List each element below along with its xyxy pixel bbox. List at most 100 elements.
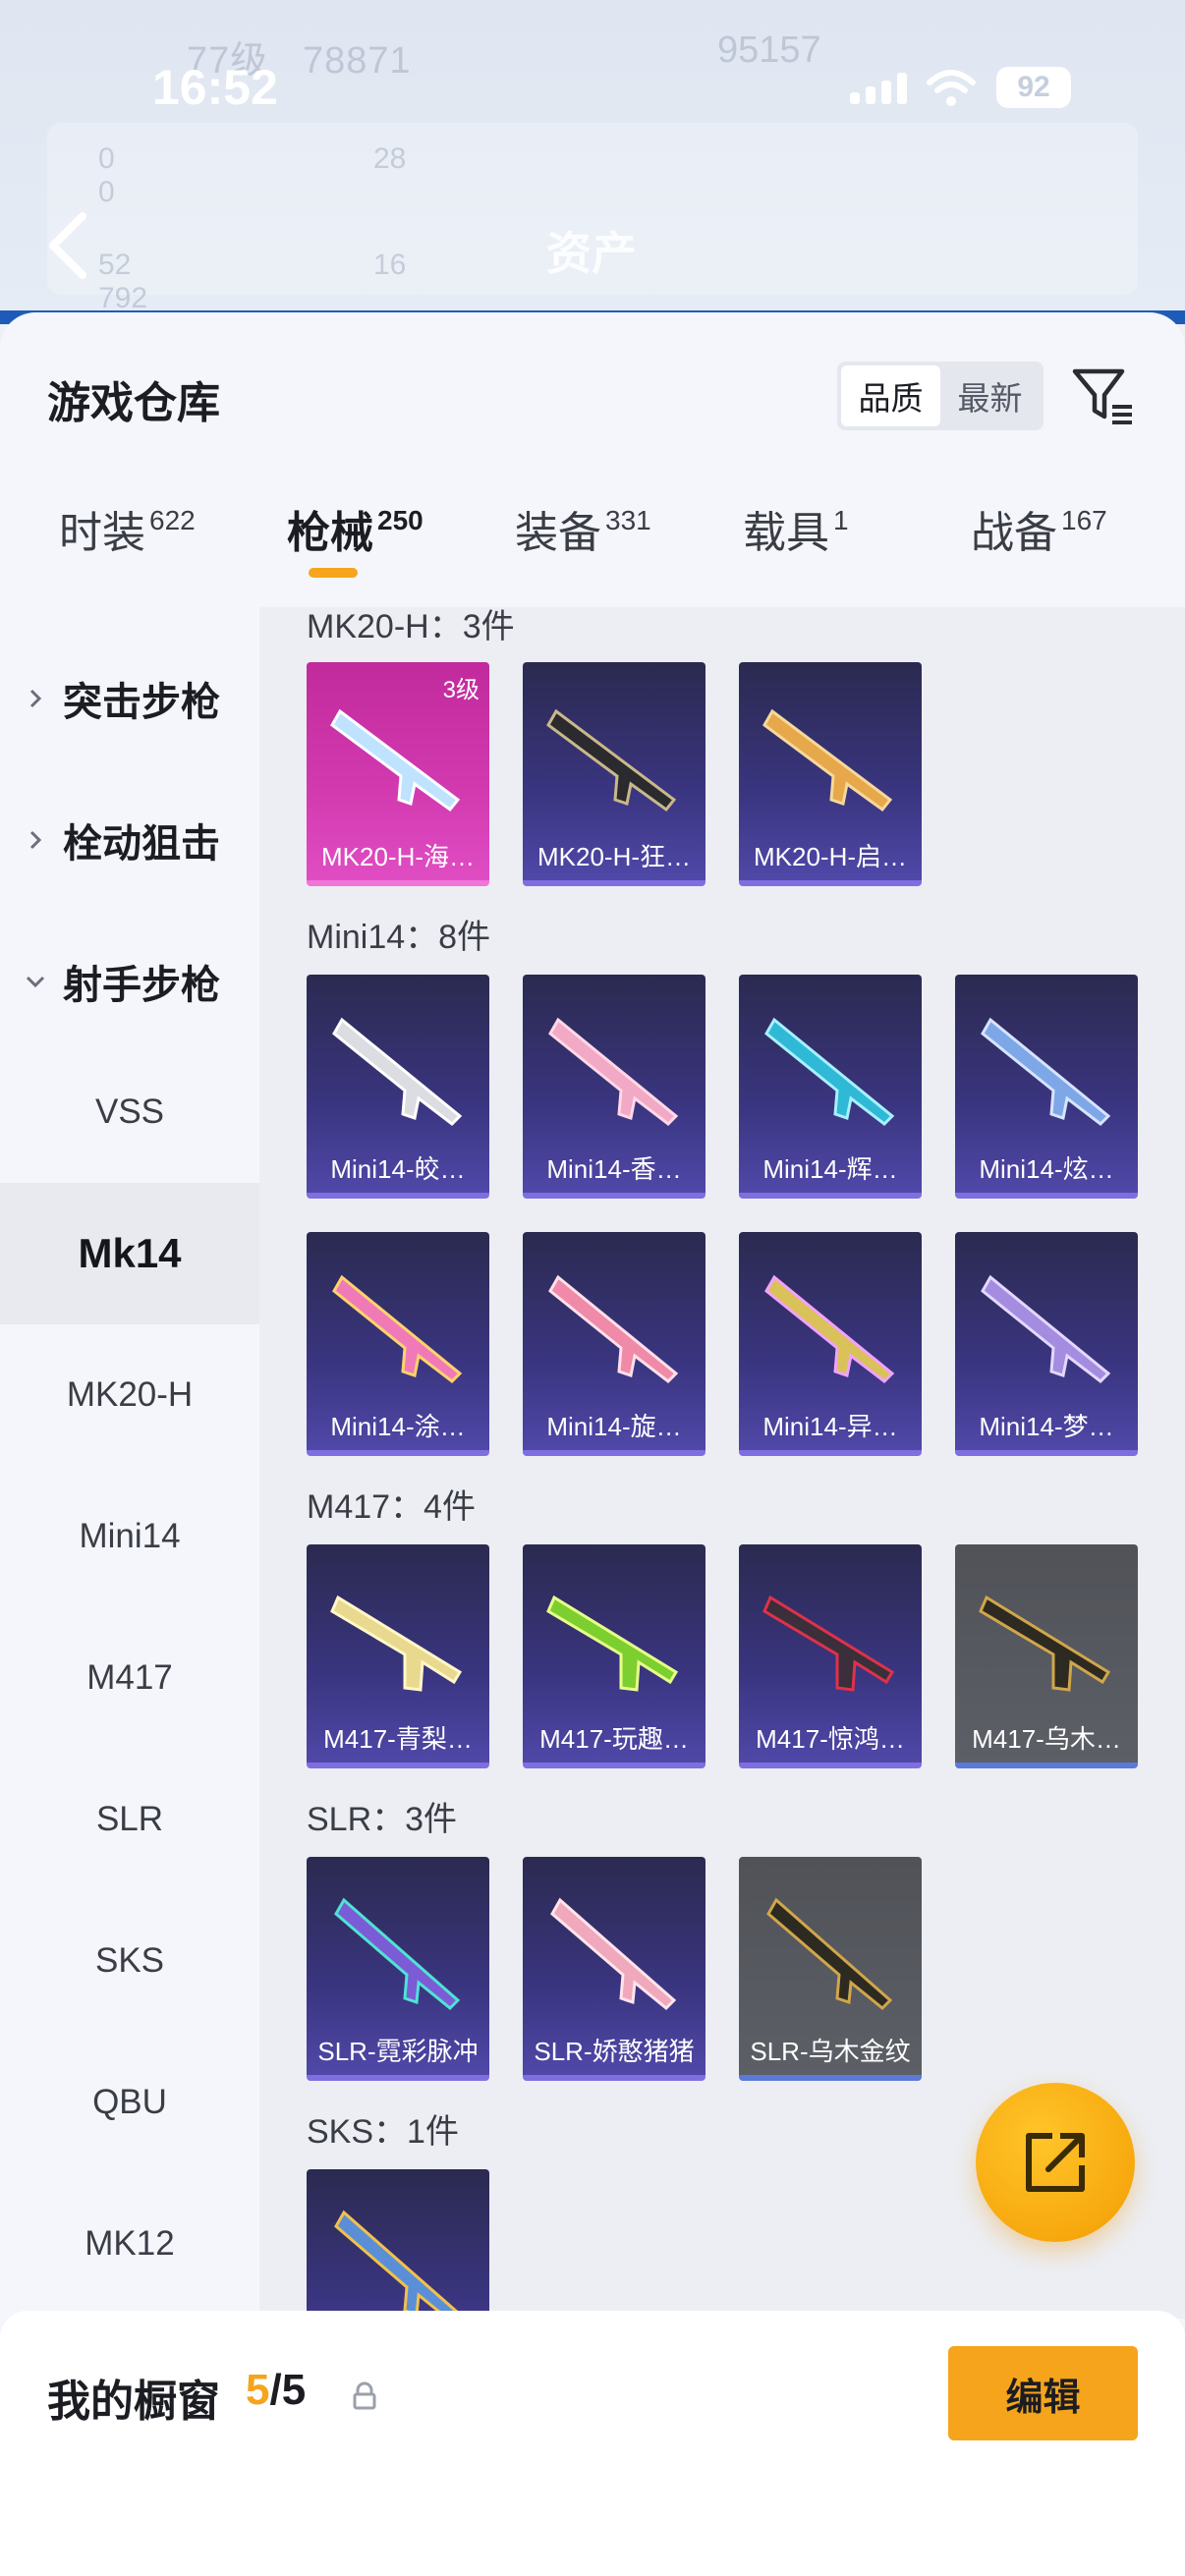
battery-indicator: 92: [996, 67, 1071, 108]
tab-label: 时装: [59, 509, 145, 557]
tab-count: 167: [1061, 505, 1107, 535]
rifle-skin-icon: [981, 1274, 1111, 1383]
weapon-skin-grid: MK20-H：3件 Mini14：8件 M417：4件 SLR：3件 SKS：1…: [259, 607, 1185, 2319]
background-header: 77级 78871 95157 0 280 52 16792 资产: [0, 0, 1185, 324]
sidebar-item-sks[interactable]: SKS: [0, 1890, 259, 2032]
rifle-skin-icon: [764, 1274, 895, 1383]
warehouse-sheet: 游戏仓库 品质 最新 时装 622 枪械 250 装备 331 载具 1 战备 167 突…: [0, 312, 1185, 2576]
tab-vehicles[interactable]: 载具 1: [743, 497, 849, 560]
skin-name: SLR-乌木金纹: [750, 2037, 911, 2066]
rifle-skin-icon: [330, 1595, 463, 1692]
sidebar-item-m417[interactable]: M417: [0, 1607, 259, 1749]
tab-equipment[interactable]: 装备 331: [515, 497, 651, 560]
rifle-skin-icon: [546, 1595, 679, 1692]
skin-card[interactable]: M417-玩趣…: [523, 1544, 705, 1768]
tab-label: 载具: [743, 509, 829, 557]
skin-name: Mini14-梦…: [979, 1412, 1114, 1441]
tab-fashion[interactable]: 时装 622: [59, 497, 196, 560]
group-title-sks: SKS：1件: [307, 2113, 459, 2151]
skin-card[interactable]: M417-惊鸿…: [739, 1544, 922, 1768]
rifle-skin-icon: [546, 708, 677, 812]
skin-card[interactable]: Mini14-旋…: [523, 1232, 705, 1456]
skin-name: Mini14-炫…: [979, 1154, 1114, 1184]
category-tabs: 时装 622 枪械 250 装备 331 载具 1 战备 167: [0, 487, 1185, 595]
sidebar-item-mk12[interactable]: MK12: [0, 2173, 259, 2315]
rifle-skin-icon: [332, 1017, 463, 1126]
skin-card[interactable]: SLR-霓彩脉冲: [307, 1857, 489, 2081]
rifle-skin-icon: [550, 1897, 677, 2011]
rifle-skin-icon: [762, 1595, 895, 1692]
skin-card[interactable]: Mini14-涂…: [307, 1232, 489, 1456]
skin-card[interactable]: Mini14-香…: [523, 975, 705, 1199]
skin-name: MK20-H-狂…: [536, 842, 691, 871]
skin-name: Mini14-涂…: [330, 1412, 466, 1441]
chevron-right-icon: [29, 830, 42, 850]
skin-card[interactable]: [307, 2169, 489, 2319]
sort-quality-option[interactable]: 品质: [841, 365, 940, 426]
rifle-skin-icon: [762, 708, 893, 812]
sidebar-category-label: 射手步枪: [63, 964, 220, 1007]
skin-card[interactable]: Mini14-皎…: [307, 975, 489, 1199]
sidebar-item-mini14[interactable]: Mini14: [0, 1466, 259, 1607]
tab-label: 枪械: [287, 509, 373, 557]
rifle-skin-icon: [979, 1595, 1111, 1692]
sidebar-category-assault-rifle[interactable]: 突击步枪: [0, 640, 259, 757]
tab-count: 331: [605, 505, 651, 535]
sidebar-item-vss[interactable]: VSS: [0, 1041, 259, 1183]
lock-icon: [353, 2381, 376, 2410]
skin-name: Mini14-皎…: [330, 1154, 466, 1184]
skin-name: M417-惊鸿…: [756, 1724, 905, 1754]
skin-name: SLR-娇憨猪猪: [534, 2037, 695, 2066]
skin-card[interactable]: MK20-H-狂…: [523, 662, 705, 886]
edit-button[interactable]: 编辑: [948, 2346, 1138, 2440]
back-arrow-icon[interactable]: [39, 206, 98, 285]
skin-name: Mini14-旋…: [546, 1412, 682, 1441]
sidebar-item-mk20h[interactable]: MK20-H: [0, 1324, 259, 1466]
sidebar-category-label: 栓动狙击: [63, 822, 220, 866]
rifle-skin-icon: [548, 1017, 679, 1126]
skin-card[interactable]: Mini14-炫…: [955, 975, 1138, 1199]
skin-card[interactable]: SLR-乌木金纹: [739, 1857, 922, 2081]
group-title-mk20h: MK20-H：3件: [307, 608, 515, 645]
skin-name: Mini14-香…: [546, 1154, 682, 1184]
sidebar-category-label: 突击步枪: [63, 681, 220, 724]
tab-count: 622: [149, 505, 196, 535]
skin-card[interactable]: Mini14-辉…: [739, 975, 922, 1199]
skin-card[interactable]: Mini14-梦…: [955, 1232, 1138, 1456]
rifle-skin-icon: [332, 1274, 463, 1383]
skin-name: SLR-霓彩脉冲: [317, 2037, 479, 2066]
status-time: 16:52: [152, 60, 278, 115]
filter-icon[interactable]: [1071, 364, 1136, 428]
skin-card[interactable]: MK20-H-启…: [739, 662, 922, 886]
sidebar-item-slr[interactable]: SLR: [0, 1749, 259, 1890]
rifle-skin-icon: [330, 708, 461, 812]
share-fab-button[interactable]: [976, 2083, 1135, 2242]
weapon-type-sidebar: 突击步枪 栓动狙击 射手步枪 VSS Mk14 MK20-H Mini14 M4…: [0, 607, 259, 2319]
tab-count: 1: [833, 505, 849, 535]
skin-card[interactable]: M417-青梨…: [307, 1544, 489, 1768]
group-title-m417: M417：4件: [307, 1488, 476, 1526]
signal-icon: [850, 73, 907, 104]
skin-card[interactable]: SLR-娇憨猪猪: [523, 1857, 705, 2081]
skin-name: Mini14-辉…: [762, 1154, 898, 1184]
ghost-stat: 28: [373, 142, 407, 175]
ghost-stat: 0: [98, 176, 115, 208]
sidebar-category-dmr[interactable]: 射手步枪: [0, 923, 259, 1040]
tab-supplies[interactable]: 战备 167: [971, 497, 1107, 560]
skin-name: Mini14-异…: [762, 1412, 898, 1441]
skin-name: M417-青梨…: [323, 1724, 473, 1754]
skin-name: MK20-H-启…: [753, 842, 907, 871]
tab-firearms[interactable]: 枪械 250: [287, 497, 423, 560]
sidebar-item-qbu[interactable]: QBU: [0, 2032, 259, 2173]
rifle-skin-icon: [334, 2210, 461, 2319]
rifle-skin-icon: [764, 1017, 895, 1126]
showcase-count: 5/5: [246, 2366, 306, 2415]
sidebar-item-mk14[interactable]: Mk14: [0, 1183, 259, 1324]
skin-card[interactable]: M417-乌木…: [955, 1544, 1138, 1768]
sort-latest-option[interactable]: 最新: [940, 365, 1040, 426]
wifi-icon: [927, 70, 976, 106]
skin-card[interactable]: 3级 MK20-H-海…: [307, 662, 489, 886]
ghost-stat: 52: [98, 249, 132, 281]
skin-card[interactable]: Mini14-异…: [739, 1232, 922, 1456]
sidebar-category-bolt-sniper[interactable]: 栓动狙击: [0, 781, 259, 899]
